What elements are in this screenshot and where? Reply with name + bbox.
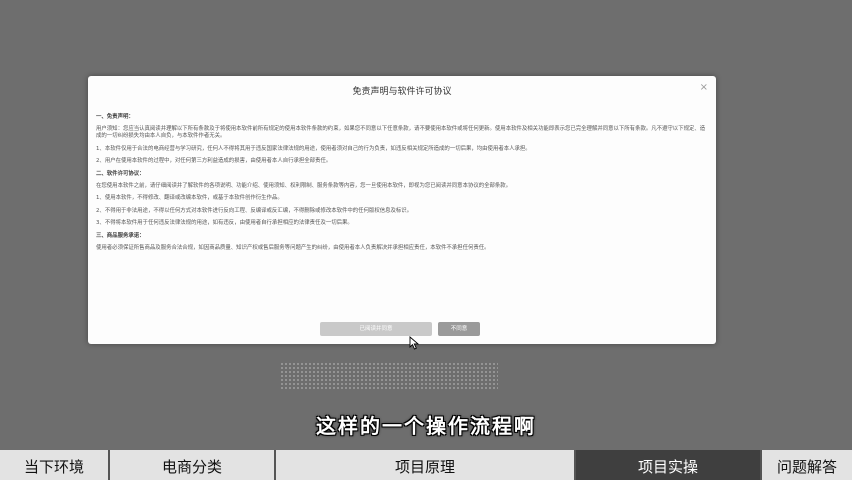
paragraph: 用户须知：您应当认真阅读并理解以下所有条款及于将使用本软件前所有规定的使用本软件… [96,125,706,140]
section-commitment: 三、商品服务承诺： 使用者必须保证所售商品及服务合法合规，如因商品质量、知识产权… [96,233,708,252]
license-dialog: 免责声明与软件许可协议 × 一、免责声明： 用户须知：您应当认真阅读并理解以下所… [88,76,716,344]
dialog-buttons: 已阅读并同意 不同意 [320,322,480,341]
nav-item-ecommerce-categories[interactable]: 电商分类 [110,450,276,480]
dialog-content: 一、免责声明： 用户须知：您应当认真阅读并理解以下所有条款及于将使用本软件前所有… [96,110,708,257]
section-license: 二、软件许可协议： 在您使用本软件之前，请仔细阅读并了解软件的各项说明、功能介绍… [96,171,708,228]
mouse-pointer-icon [409,336,420,350]
paragraph: 3、不得将本软件用于任何违反法律法规的用途，如有违反，由使用者自行承担相应的法律… [96,220,353,227]
video-subtitle: 这样的一个操作流程啊 [316,414,536,438]
nav-item-current-environment[interactable]: 当下环境 [0,450,110,480]
paragraph: 1、使用本软件，不得修改、翻译或改编本软件，或基于本软件创作衍生作品。 [96,195,283,202]
section-heading: 一、免责声明： [96,114,134,120]
nav-item-faq[interactable]: 问题解答 [762,450,852,480]
paragraph: 2、用户在使用本软件的过程中，对任何第三方利益造成的损害，由使用者本人自行承担全… [96,158,332,165]
paragraph: 使用者必须保证所售商品及服务合法合规，如因商品质量、知识产权或售后服务等问题产生… [96,244,490,251]
section-disclaimer: 一、免责声明： 用户须知：您应当认真阅读并理解以下所有条款及于将使用本软件前所有… [96,114,708,166]
paragraph: 2、不得用于非法用途，不得以任何方式对本软件进行反向工程、反编译或反汇编，不得删… [96,207,413,214]
paragraph: 1、本软件仅用于合法的电商经营与学习研究，任何人不得将其用于违反国家法律法规的用… [96,145,531,152]
paragraph: 在您使用本软件之前，请仔细阅读并了解软件的各项说明、功能介绍、使用须知、权利限制… [96,182,512,189]
section-heading: 二、软件许可协议： [96,170,145,177]
blurred-overlay [280,362,498,390]
accept-button[interactable]: 已阅读并同意 [320,322,432,336]
nav-item-project-practice[interactable]: 项目实操 [576,450,762,480]
chapter-nav: 当下环境 电商分类 项目原理 项目实操 问题解答 [0,450,852,480]
nav-item-project-principle[interactable]: 项目原理 [276,450,576,480]
decline-button[interactable]: 不同意 [438,322,480,336]
section-heading: 三、商品服务承诺： [96,232,145,239]
dialog-title: 免责声明与软件许可协议 [352,87,452,97]
close-icon[interactable]: × [700,82,708,93]
